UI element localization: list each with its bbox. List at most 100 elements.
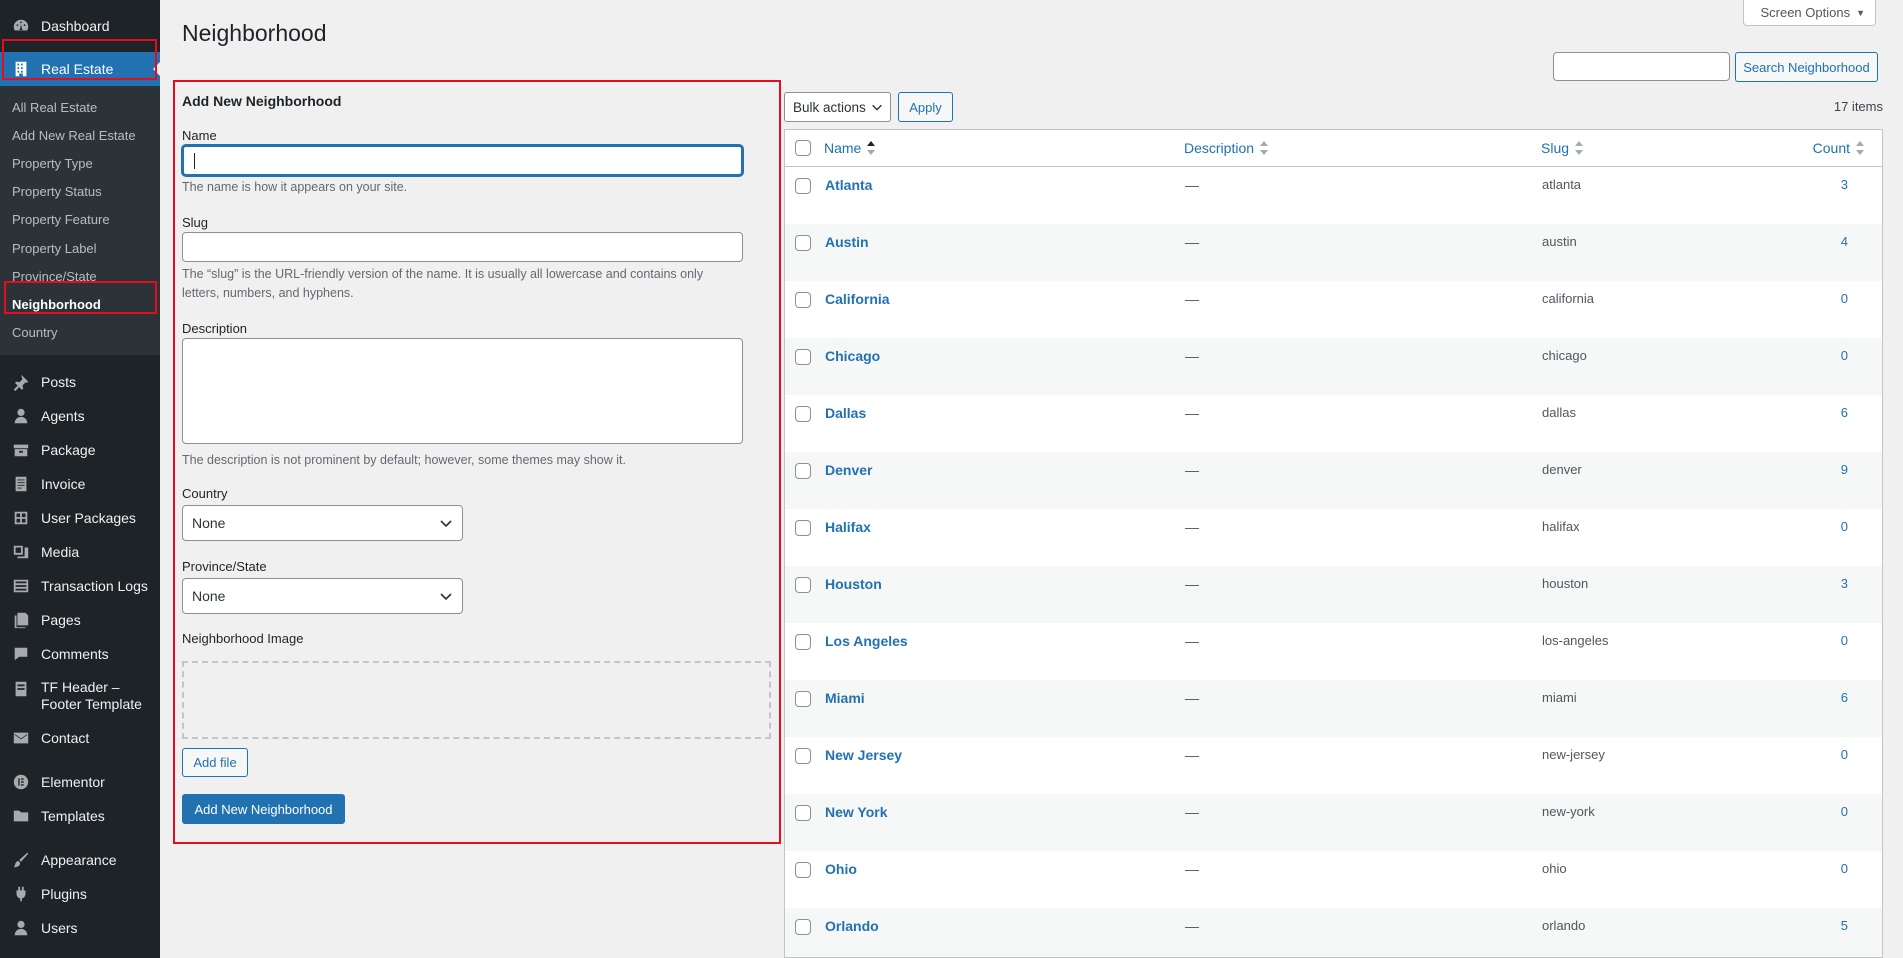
menu-label: Dashboard [41,18,110,34]
row-count-link[interactable]: 9 [1841,462,1848,477]
submenu-add-new-real-estate[interactable]: Add New Real Estate [0,121,160,149]
submenu-province-state[interactable]: Province/State [0,262,160,290]
menu-dashboard[interactable]: Dashboard [0,9,160,43]
row-checkbox[interactable] [795,349,811,365]
row-count-link[interactable]: 0 [1841,519,1848,534]
row-name-link[interactable]: Dallas [825,405,866,421]
submenu-neighborhood[interactable]: Neighborhood [0,290,160,318]
row-name-link[interactable]: Denver [825,462,872,478]
row-name-link[interactable]: Ohio [825,861,857,877]
row-name-link[interactable]: California [825,291,890,307]
menu-contact[interactable]: Contact [0,721,160,755]
menu-posts[interactable]: Posts [0,365,160,399]
row-checkbox[interactable] [795,919,811,935]
row-checkbox[interactable] [795,691,811,707]
menu-plugins[interactable]: Plugins [0,877,160,911]
menu-tf-header-footer[interactable]: TF Header – Footer Template [0,671,160,721]
menu-label: Pages [41,611,81,628]
menu-transaction-logs[interactable]: Transaction Logs [0,569,160,603]
select-all-checkbox[interactable] [795,140,811,156]
submenu-property-type[interactable]: Property Type [0,149,160,177]
row-checkbox[interactable] [795,406,811,422]
search-neighborhood-button[interactable]: Search Neighborhood [1735,52,1878,82]
menu-real-estate[interactable]: Real Estate [0,52,160,86]
submenu-property-status[interactable]: Property Status [0,178,160,206]
row-count-link[interactable]: 4 [1841,234,1848,249]
menu-elementor[interactable]: Elementor [0,765,160,799]
screen-options-button[interactable]: Screen Options ▼ [1743,0,1876,26]
column-description-header[interactable]: Description [1184,140,1269,156]
description-label: Description [182,321,248,336]
sort-icon [1575,141,1584,155]
add-new-neighborhood-button[interactable]: Add New Neighborhood [182,794,345,824]
menu-user-packages[interactable]: User Packages [0,501,160,535]
row-count-link[interactable]: 0 [1841,747,1848,762]
mail-icon [11,728,31,748]
row-count-link[interactable]: 6 [1841,690,1848,705]
row-checkbox[interactable] [795,577,811,593]
row-count-link[interactable]: 3 [1841,177,1848,192]
column-count-header[interactable]: Count [1813,140,1864,156]
submenu-property-feature[interactable]: Property Feature [0,206,160,234]
row-name-link[interactable]: New York [825,804,888,820]
description-textarea[interactable] [182,338,743,444]
users-icon [11,918,31,938]
menu-label: Posts [41,373,77,390]
row-count-link[interactable]: 0 [1841,291,1848,306]
row-checkbox[interactable] [795,520,811,536]
row-count-link[interactable]: 0 [1841,804,1848,819]
row-count-link[interactable]: 0 [1841,633,1848,648]
menu-comments[interactable]: Comments [0,637,160,671]
row-count-link[interactable]: 5 [1841,918,1848,933]
row-checkbox[interactable] [795,235,811,251]
column-slug-header[interactable]: Slug [1541,140,1584,156]
screen-options-label: Screen Options [1760,5,1851,20]
row-name-link[interactable]: Atlanta [825,177,872,193]
row-name-link[interactable]: Orlando [825,918,879,934]
menu-agents[interactable]: Agents [0,399,160,433]
menu-appearance[interactable]: Appearance [0,843,160,877]
province-select[interactable]: None [182,578,463,614]
pages-icon [11,610,31,630]
row-checkbox[interactable] [795,178,811,194]
row-name-link[interactable]: Austin [825,234,869,250]
menu-label: Real Estate [41,61,114,77]
menu-invoice[interactable]: Invoice [0,467,160,501]
row-name-link[interactable]: Halifax [825,519,871,535]
search-input[interactable] [1553,52,1730,81]
row-name-link[interactable]: Los Angeles [825,633,908,649]
row-count-link[interactable]: 3 [1841,576,1848,591]
row-checkbox[interactable] [795,292,811,308]
bulk-actions-select[interactable]: Bulk actions [784,92,891,122]
row-checkbox[interactable] [795,862,811,878]
row-name-link[interactable]: New Jersey [825,747,902,763]
row-checkbox[interactable] [795,463,811,479]
country-select[interactable]: None [182,505,463,541]
submenu-property-label[interactable]: Property Label [0,234,160,262]
apply-button[interactable]: Apply [898,92,953,122]
country-label: Country [182,486,228,501]
slug-input[interactable] [182,232,743,262]
table-row: Halifax — halifax 0 [785,509,1882,566]
add-file-button[interactable]: Add file [182,748,248,777]
row-checkbox[interactable] [795,748,811,764]
row-count-link[interactable]: 6 [1841,405,1848,420]
row-name-link[interactable]: Chicago [825,348,880,364]
menu-package[interactable]: Package [0,433,160,467]
menu-users[interactable]: Users [0,911,160,945]
submenu-country[interactable]: Country [0,319,160,347]
row-name-link[interactable]: Miami [825,690,865,706]
menu-templates[interactable]: Templates [0,799,160,833]
row-count-link[interactable]: 0 [1841,861,1848,876]
column-name-header[interactable]: Name [824,140,876,156]
submenu-all-real-estate[interactable]: All Real Estate [0,93,160,121]
row-checkbox[interactable] [795,805,811,821]
image-dropzone[interactable] [182,661,771,739]
menu-media[interactable]: Media [0,535,160,569]
row-count-link[interactable]: 0 [1841,348,1848,363]
row-checkbox[interactable] [795,634,811,650]
name-input[interactable] [182,145,743,176]
menu-label: Invoice [41,475,86,492]
row-name-link[interactable]: Houston [825,576,882,592]
menu-pages[interactable]: Pages [0,603,160,637]
